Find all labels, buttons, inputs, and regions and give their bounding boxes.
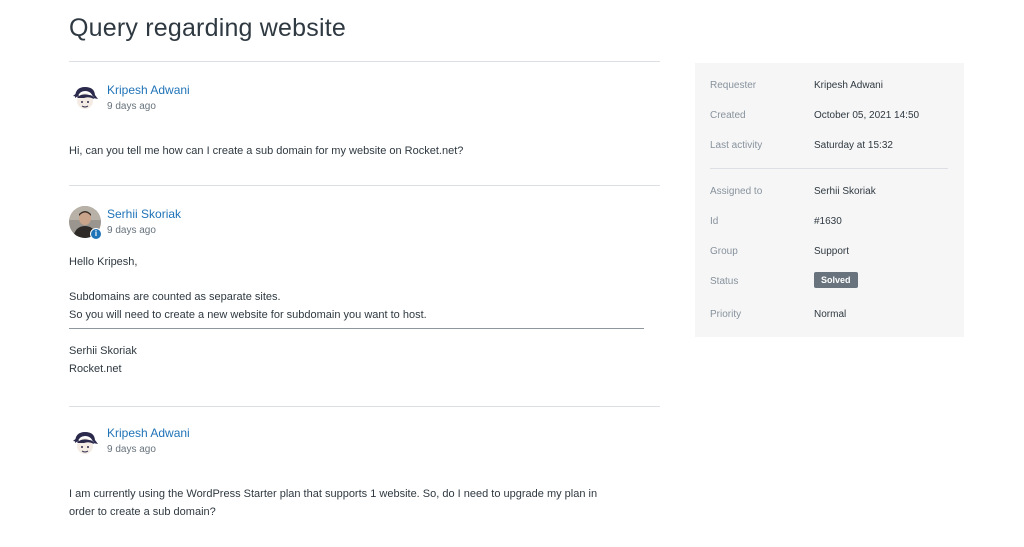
status-badge: Solved — [814, 272, 858, 288]
prop-label: Group — [710, 246, 738, 257]
avatar-cartoon[interactable] — [69, 427, 101, 459]
agent-badge-icon: i — [90, 228, 102, 240]
comment-paragraph: Hi, can you tell me how can I create a s… — [69, 145, 464, 157]
prop-label: Created — [710, 110, 746, 121]
comment: Kripesh Adwani 9 days ago Hi, can you te… — [69, 61, 660, 185]
comment-author-link[interactable]: Kripesh Adwani — [107, 426, 190, 440]
comment-timestamp: 9 days ago — [107, 225, 156, 236]
ticket-properties-panel: Requester Kripesh Adwani Created October… — [695, 63, 964, 337]
comment-author-link[interactable]: Kripesh Adwani — [107, 83, 190, 97]
paragraph-spacer — [69, 271, 644, 288]
comment: i Serhii Skoriak 9 days ago Hello Kripes… — [69, 185, 660, 406]
avatar-cartoon[interactable] — [69, 82, 101, 114]
prop-value: Saturday at 15:32 — [814, 140, 893, 151]
prop-label: Priority — [710, 309, 742, 320]
prop-value: Normal — [814, 309, 847, 320]
comment-paragraph: I am currently using the WordPress Start… — [69, 488, 598, 500]
comment-author-link[interactable]: Serhii Skoriak — [107, 207, 181, 221]
comment-paragraph: Subdomains are counted as separate sites… — [69, 291, 281, 303]
prop-value: Kripesh Adwani — [814, 80, 883, 91]
signature-line: Serhii Skoriak — [69, 345, 137, 357]
comment-timestamp: 9 days ago — [107, 101, 156, 112]
prop-label: Last activity — [710, 140, 763, 151]
page-title: Query regarding website — [69, 14, 346, 42]
comment-paragraph: Hello Kripesh, — [69, 256, 138, 268]
prop-label: Assigned to — [710, 186, 763, 197]
prop-value: Solved — [814, 272, 858, 292]
prop-label: Id — [710, 216, 719, 227]
comment-thread: Kripesh Adwani 9 days ago Hi, can you te… — [69, 61, 660, 547]
comment-paragraph: order to create a sub domain? — [69, 506, 216, 518]
comment-body: I am currently using the WordPress Start… — [69, 485, 597, 521]
prop-label: Requester — [710, 80, 757, 91]
comment-body: Hello Kripesh, Subdomains are counted as… — [69, 253, 644, 378]
signature-line: Rocket.net — [69, 363, 122, 375]
comment-paragraph: So you will need to create a new website… — [69, 309, 427, 321]
prop-value: Support — [814, 246, 850, 257]
prop-label: Status — [710, 276, 739, 287]
prop-value: #1630 — [814, 216, 842, 227]
prop-value: Serhii Skoriak — [814, 186, 876, 197]
comment: Kripesh Adwani 9 days ago I am currently… — [69, 406, 660, 547]
prop-value: October 05, 2021 14:50 — [814, 110, 920, 121]
signature-divider — [69, 328, 644, 329]
comment-body: Hi, can you tell me how can I create a s… — [69, 142, 463, 160]
comment-timestamp: 9 days ago — [107, 444, 156, 455]
prop-divider — [710, 168, 948, 169]
